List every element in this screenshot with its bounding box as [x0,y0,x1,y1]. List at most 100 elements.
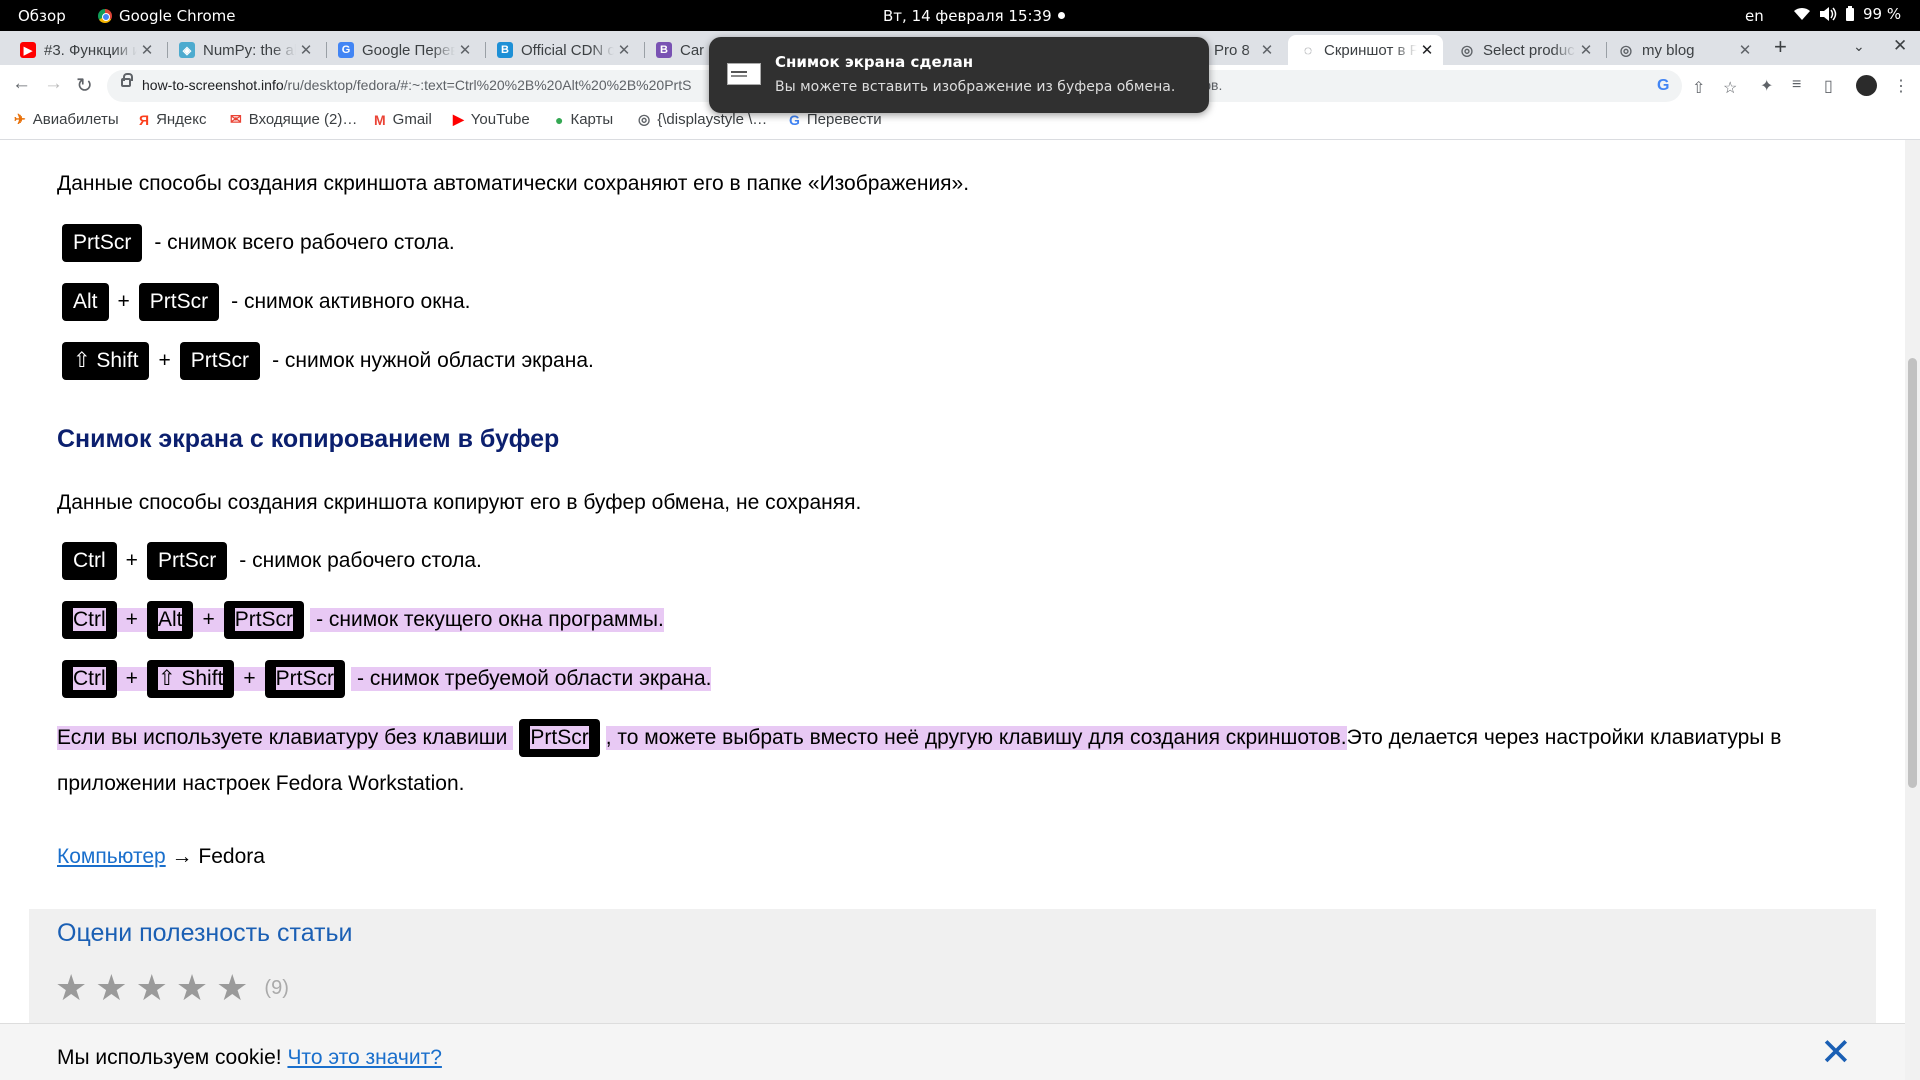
youtube-icon: ▶ [20,42,36,58]
rating-stars: ★ ★ ★ ★ ★ (9) [55,967,289,1009]
close-icon[interactable]: ✕ [1417,41,1437,59]
page-scrollbar[interactable] [1905,140,1920,1080]
bookmark-displaystyle[interactable]: ◎ {\displaystyle \… [638,111,767,128]
bookmark-youtube[interactable]: ▶ YouTube [453,111,530,128]
screenshot-notification[interactable]: Снимок экрана сделан Вы можете вставить … [709,37,1209,113]
shortcut-row: Alt + PrtScr - снимок активного окна. [62,283,471,321]
key-cap: PrtScr [264,660,345,698]
media-icon[interactable]: ≡ [1792,76,1801,94]
tab-active[interactable]: ◌ Скриншот в F ✕ [1288,35,1443,65]
shortcut-row: Ctrl + PrtScr - снимок рабочего стола. [62,542,482,580]
tab-9[interactable]: ◎ my blog ✕ [1606,35,1761,65]
bookmark-gmail[interactable]: M Gmail [374,111,432,128]
breadcrumb: Компьютер → Fedora [57,845,265,869]
plus-sign: + [116,608,147,632]
close-icon[interactable]: ✕ [1735,41,1755,59]
tab-4[interactable]: B Official CDN o ✕ [485,35,640,65]
cookie-banner: Мы используем cookie! Что это значит? ✕ [0,1023,1905,1080]
menu-icon[interactable]: ⋮ [1893,76,1909,96]
section-heading: Снимок экрана с копированием в буфер [57,425,560,453]
bookmark-translate[interactable]: G Перевести [789,111,882,128]
breadcrumb-link[interactable]: Компьютер [57,845,166,868]
notification-body: Вы можете вставить изображение из буфера… [775,79,1176,95]
key-cap: PrtScr [519,719,600,757]
shortcut-row: ⇧ Shift + PrtScr - снимок нужной области… [62,342,594,380]
key-cap: PrtScr [138,283,220,321]
map-pin-icon: ● [555,111,564,128]
mail-icon: ✉ [230,111,242,127]
window-close-icon[interactable]: ✕ [1893,36,1907,56]
close-icon[interactable]: ✕ [296,41,316,59]
key-cap: Alt [146,601,194,639]
bootstrap-icon: B [656,42,672,58]
note-text-line2: приложении настроек Fedora Workstation. [57,772,465,795]
key-cap: Alt [62,283,109,321]
key-cap: ⇧ Shift [62,342,150,380]
clock[interactable]: Вт, 14 февраля 15:39 [883,7,1052,25]
profile-avatar[interactable] [1856,75,1877,96]
note-text: Это делается через настройки клавиатуры … [1346,726,1782,749]
forward-icon[interactable]: → [44,73,63,95]
plus-sign: + [116,667,147,691]
key-cap: Ctrl [62,542,117,580]
google-lens-icon[interactable]: G [1657,77,1669,95]
side-panel-icon[interactable]: ▯ [1824,76,1833,96]
plus-sign: + [193,608,224,632]
bookmark-star-icon[interactable]: ☆ [1723,78,1737,98]
star-icon[interactable]: ★ [176,967,208,1009]
rating-title: Оцени полезность статьи [57,919,353,947]
tab-2[interactable]: ◈ NumPy: the ab ✕ [167,35,322,65]
intro-save: Данные способы создания скриншота автома… [57,172,970,195]
shortcut-desc: - снимок всего рабочего стола. [154,231,455,254]
tab-8[interactable]: ◎ Select produc ✕ [1447,35,1602,65]
tab-3[interactable]: G Google Перев ✕ [326,35,481,65]
shortcut-desc: - снимок требуемой области экрана. [351,667,712,691]
star-icon[interactable]: ★ [216,967,248,1009]
app-menu[interactable]: Google Chrome [98,7,236,25]
yandex-icon: Я [139,111,150,128]
reload-icon[interactable]: ↻ [76,73,93,98]
keyboard-layout[interactable]: en [1745,7,1764,25]
key-cap: PrtScr [223,601,305,639]
note-text: , то можете выбрать вместо неё другую кл… [605,726,1347,750]
star-icon[interactable]: ★ [55,967,87,1009]
url-text[interactable]: how-to-screenshot.info/ru/desktop/fedora… [142,77,691,93]
star-icon[interactable]: ★ [136,967,168,1009]
tab-1[interactable]: ▶ #3. Функции и ✕ [8,35,163,65]
tab-search-chevron-icon[interactable]: ⌄ [1853,38,1865,55]
close-icon[interactable]: ✕ [455,41,475,59]
scrollbar-thumb[interactable] [1908,358,1917,788]
back-icon[interactable]: ← [12,73,31,95]
plus-sign: + [234,667,265,691]
key-cap: Ctrl [62,601,117,639]
close-icon[interactable]: ✕ [1576,41,1596,59]
extensions-icon[interactable]: ✦ [1760,76,1773,96]
system-tray[interactable]: 99 % [1793,5,1901,23]
bootstrap-cdn-icon: B [497,42,513,58]
intro-clip: Данные способы создания скриншота копиру… [57,491,862,514]
bookmark-yandex[interactable]: Я Яндекс [139,111,207,128]
google-translate-icon: G [338,42,354,58]
shortcut-desc: - снимок нужной области экрана. [272,349,594,372]
activities-button[interactable]: Обзор [18,7,66,25]
share-icon[interactable]: ⇧ [1692,78,1705,98]
new-tab-icon[interactable]: + [1774,34,1787,60]
system-top-bar: Обзор Google Chrome Вт, 14 февраля 15:39… [0,0,1920,31]
cookie-link[interactable]: Что это значит? [287,1046,441,1069]
tab-5[interactable]: B Car [644,35,709,65]
close-icon[interactable]: ✕ [1820,1034,1852,1072]
bookmark-maps[interactable]: ● Карты [555,111,613,128]
star-icon[interactable]: ★ [95,967,127,1009]
close-icon[interactable]: ✕ [1257,41,1277,59]
key-cap: ⇧ Shift [146,660,235,698]
shortcut-desc: - снимок текущего окна программы. [310,608,664,632]
bookmark-inbox[interactable]: ✉ Входящие (2)… [230,111,357,128]
close-icon[interactable]: ✕ [614,41,634,59]
lock-icon[interactable] [121,73,133,87]
cookie-text: Мы используем cookie! Что это значит? [57,1046,442,1069]
bookmark-aviabilety[interactable]: ✈ Авиабилеты [14,111,119,128]
close-icon[interactable]: ✕ [137,41,157,59]
plus-sign: + [117,290,130,313]
rating-panel: Оцени полезность статьи ★ ★ ★ ★ ★ (9) [29,909,1876,1029]
tab-6[interactable]: Pro 8 ✕ [1198,35,1283,65]
